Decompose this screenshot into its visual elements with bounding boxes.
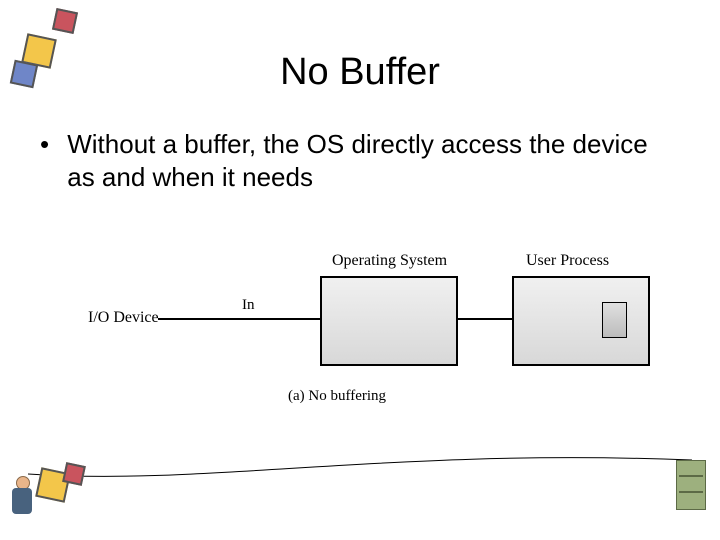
server-rack-clipart-icon [668,454,714,516]
bullet-marker: • [40,128,60,161]
bullet-item: • Without a buffer, the OS directly acce… [40,128,680,193]
slide-title: No Buffer [0,51,720,94]
no-buffer-diagram: Operating System User Process I/O Device… [88,252,648,412]
user-process-box [512,276,650,366]
os-box [320,276,458,366]
in-label: In [242,297,255,314]
io-to-os-line [158,318,320,320]
user-process-label: User Process [526,252,609,270]
user-process-buffer-strip [602,302,627,338]
io-device-label: I/O Device [88,309,159,327]
decorative-curve-line [28,446,692,486]
person-with-cubes-clipart-icon [6,462,102,534]
diagram-caption: (a) No buffering [288,388,386,405]
bullet-text: Without a buffer, the OS directly access… [67,128,667,193]
os-label: Operating System [332,252,447,270]
